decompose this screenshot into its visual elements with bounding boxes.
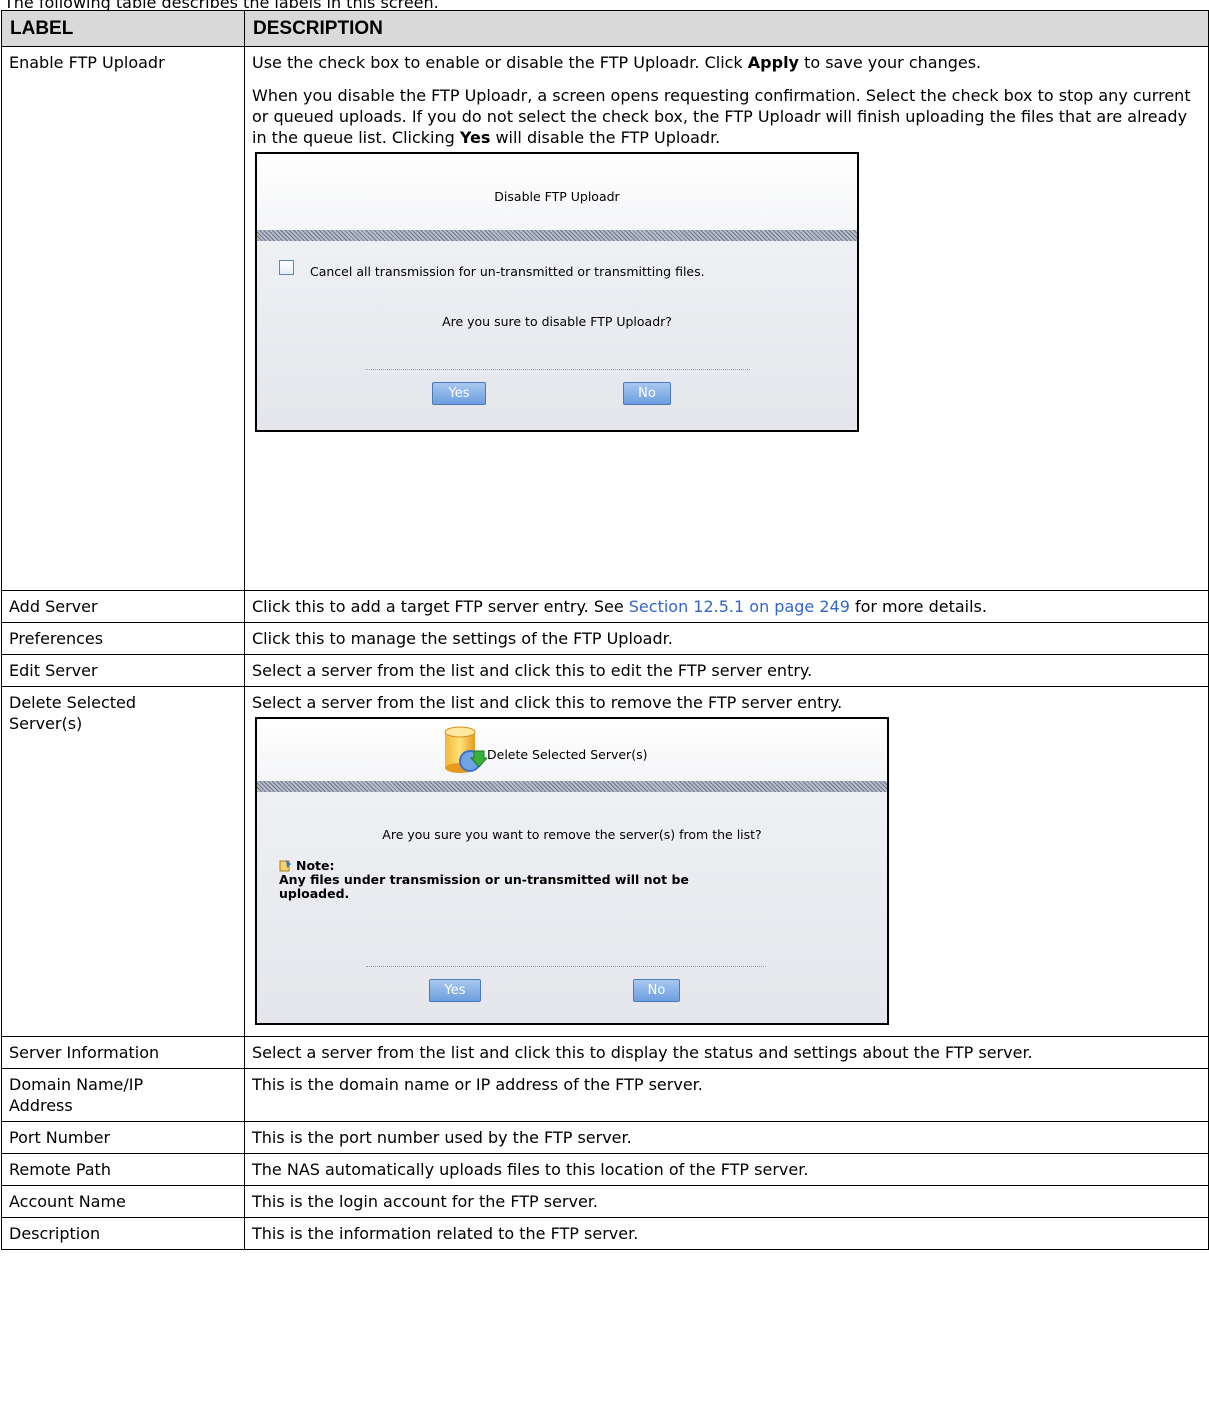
row-label: Domain Name/IP Address (1, 1068, 245, 1122)
delete-server-dialog: Delete Selected Server(s) Are you sure y… (255, 717, 889, 1025)
header-description: DESCRIPTION (244, 10, 1209, 47)
dialog-divider (257, 781, 887, 792)
row-label: Delete Selected Server(s) (1, 686, 245, 1037)
row-label: Description (1, 1217, 245, 1250)
row-description: This is the information related to the F… (244, 1217, 1209, 1250)
row-description: This is the domain name or IP address of… (244, 1068, 1209, 1122)
row-label: Server Information (1, 1036, 245, 1069)
row-description: Select a server from the list and click … (244, 1036, 1209, 1069)
yes-button[interactable]: Yes (432, 382, 486, 405)
row-description: This is the port number used by the FTP … (244, 1121, 1209, 1154)
table-row: Domain Name/IP Address This is the domai… (1, 1068, 1209, 1122)
table-header-row: LABEL DESCRIPTION (1, 10, 1209, 47)
dialog-separator (365, 369, 750, 370)
cancel-transmission-checkbox[interactable] (279, 260, 294, 275)
dialog-divider (257, 230, 857, 241)
apply-term: Apply (747, 53, 799, 72)
table-row: Delete Selected Server(s) Select a serve… (1, 686, 1209, 1037)
row-label: Edit Server (1, 654, 245, 687)
description-paragraph: When you disable the FTP Uploadr, a scre… (252, 86, 1191, 147)
disable-ftp-dialog: Disable FTP Uploadr Cancel all transmiss… (255, 152, 859, 432)
row-description: This is the login account for the FTP se… (244, 1185, 1209, 1218)
dialog-title: Disable FTP Uploadr (494, 189, 620, 204)
row-label: Add Server (1, 590, 245, 623)
section-link[interactable]: Section 12.5.1 on page 249 (629, 597, 850, 616)
header-label: LABEL (1, 10, 245, 47)
row-description: Click this to manage the settings of the… (244, 622, 1209, 655)
table-row: Edit Server Select a server from the lis… (1, 654, 1209, 687)
table-row: Preferences Click this to manage the set… (1, 622, 1209, 655)
no-button[interactable]: No (633, 979, 680, 1002)
checkbox-label: Cancel all transmission for un-transmitt… (310, 264, 705, 279)
note-text: Any files under transmission or un-trans… (279, 872, 689, 901)
table-row: Port Number This is the port number used… (1, 1121, 1209, 1154)
dialog-separator (366, 966, 766, 967)
dialog-body: Cancel all transmission for un-transmitt… (257, 241, 857, 430)
row-description: Select a server from the list and click … (244, 654, 1209, 687)
description-paragraph: Use the check box to enable or disable t… (252, 53, 982, 72)
row-description: The NAS automatically uploads files to t… (244, 1153, 1209, 1186)
table-row: Remote Path The NAS automatically upload… (1, 1153, 1209, 1186)
dialog-title: Delete Selected Server(s) (487, 747, 648, 762)
dialog-header: Disable FTP Uploadr (257, 154, 857, 230)
dialog-question: Are you sure to disable FTP Uploadr? (442, 314, 672, 329)
table-row: Description This is the information rela… (1, 1217, 1209, 1250)
labels-table: LABEL DESCRIPTION Enable FTP Uploadr Use… (1, 10, 1209, 1250)
note-title: Note: (296, 858, 335, 873)
row-description: Select a server from the list and click … (244, 686, 1209, 1037)
row-description: Use the check box to enable or disable t… (244, 46, 1209, 591)
note-block: Note: Any files under transmission or un… (279, 859, 839, 901)
yes-button[interactable]: Yes (429, 979, 481, 1002)
row-label: Preferences (1, 622, 245, 655)
yes-term: Yes (459, 128, 491, 147)
row-label: Remote Path (1, 1153, 245, 1186)
table-row: Account Name This is the login account f… (1, 1185, 1209, 1218)
table-row: Server Information Select a server from … (1, 1036, 1209, 1069)
dialog-body: Are you sure you want to remove the serv… (257, 792, 887, 1023)
server-delete-icon (441, 725, 489, 775)
row-label: Account Name (1, 1185, 245, 1218)
row-description: Click this to add a target FTP server en… (244, 590, 1209, 623)
dialog-header: Delete Selected Server(s) (257, 719, 887, 781)
note-icon (279, 860, 292, 872)
description-paragraph: Select a server from the list and click … (252, 693, 843, 712)
dialog-question: Are you sure you want to remove the serv… (382, 827, 762, 842)
table-row: Enable FTP Uploadr Use the check box to … (1, 46, 1209, 591)
no-button[interactable]: No (623, 382, 671, 405)
row-label: Enable FTP Uploadr (1, 46, 245, 591)
row-label: Port Number (1, 1121, 245, 1154)
table-row: Add Server Click this to add a target FT… (1, 590, 1209, 623)
